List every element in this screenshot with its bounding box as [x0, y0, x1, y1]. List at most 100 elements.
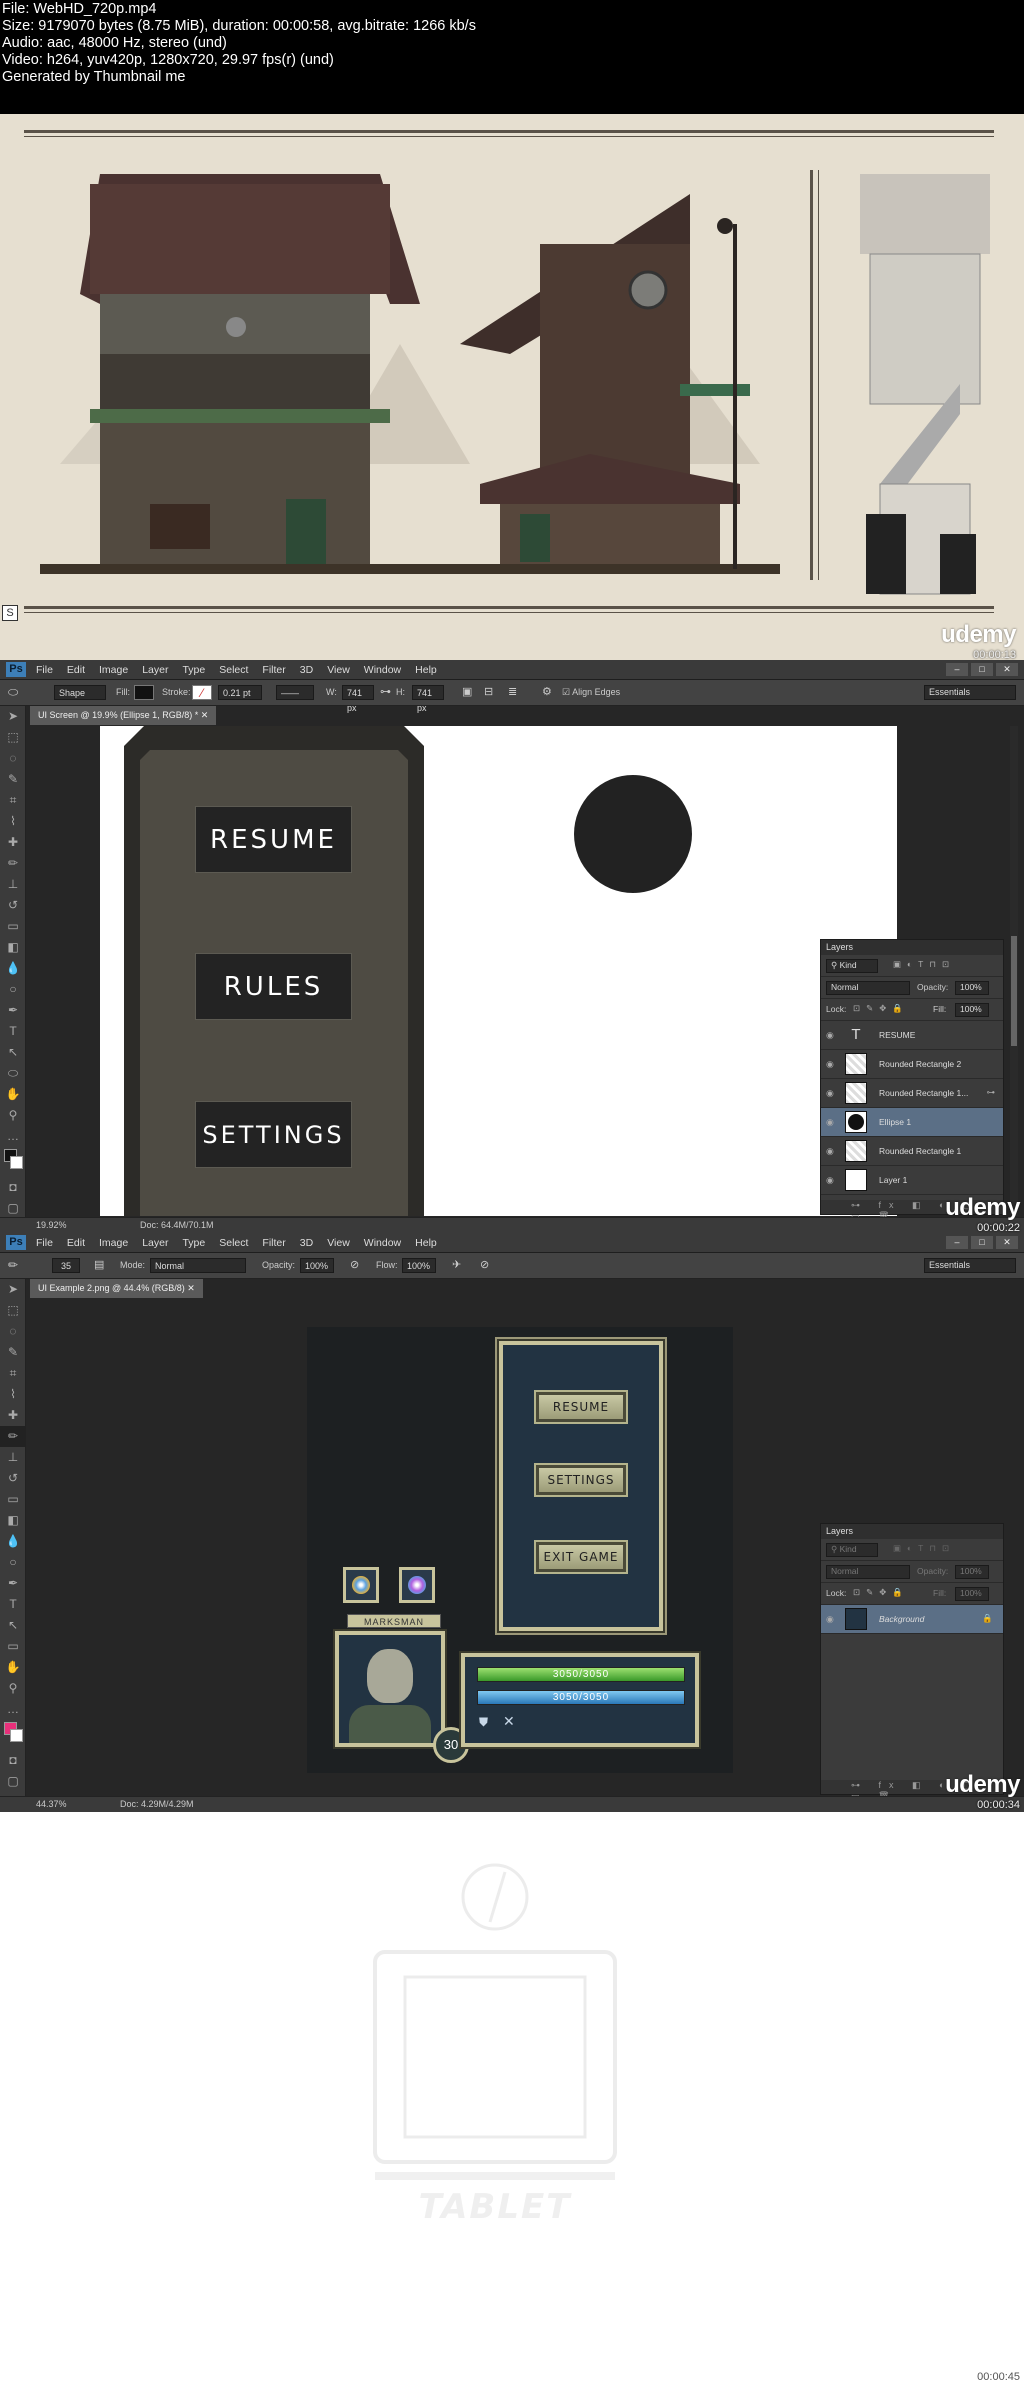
history-brush-icon[interactable]: ↺: [0, 1468, 26, 1489]
zoom-tool-icon[interactable]: ⚲: [0, 1105, 26, 1126]
flow-field[interactable]: 100%: [402, 1258, 436, 1273]
eye-icon[interactable]: ◉: [826, 1146, 834, 1157]
stroke-width-field[interactable]: 0.21 pt: [218, 685, 262, 700]
gradient-tool-icon[interactable]: ◧: [0, 937, 26, 958]
menu-window[interactable]: Window: [364, 664, 401, 676]
resume-button[interactable]: RESUME: [195, 806, 352, 873]
hand-tool-icon[interactable]: ✋: [0, 1084, 26, 1105]
brush-tool-icon[interactable]: ✏: [0, 1426, 26, 1447]
opacity-field[interactable]: 100%: [955, 981, 989, 995]
menu-filter[interactable]: Filter: [262, 1237, 285, 1249]
maximize-button[interactable]: □: [971, 663, 993, 676]
settings-button[interactable]: SETTINGS: [195, 1101, 352, 1168]
eraser-tool-icon[interactable]: ▭: [0, 916, 26, 937]
blend-mode-select[interactable]: Normal: [826, 1565, 910, 1579]
menu-type[interactable]: Type: [182, 1237, 205, 1249]
lock-icons[interactable]: ⊡✎✥🔒: [853, 1587, 909, 1598]
fill-field[interactable]: 100%: [955, 1003, 989, 1017]
resume-button[interactable]: RESUME: [534, 1390, 628, 1424]
layer-row[interactable]: ◉ T RESUME: [821, 1021, 1003, 1050]
minimize-button[interactable]: –: [946, 1236, 968, 1249]
layer-row[interactable]: ◉ Rounded Rectangle 2: [821, 1050, 1003, 1079]
menu-view[interactable]: View: [327, 1237, 350, 1249]
healing-tool-icon[interactable]: ✚: [0, 832, 26, 853]
document-tab[interactable]: UI Screen @ 19.9% (Ellipse 1, RGB/8) * ✕: [30, 706, 217, 725]
ellipse-tool-icon[interactable]: ⬭: [0, 1063, 26, 1084]
kind-filter-select[interactable]: ⚲ Kind: [826, 1543, 878, 1557]
brush-size-picker[interactable]: 35: [52, 1258, 80, 1273]
close-button[interactable]: ✕: [996, 663, 1018, 676]
layer-row[interactable]: ◉ Rounded Rectangle 1: [821, 1137, 1003, 1166]
blend-mode-select[interactable]: Normal: [826, 981, 910, 995]
crossed-swords-icon[interactable]: ✕: [503, 1713, 515, 1730]
crop-tool-icon[interactable]: ⌗: [0, 1363, 26, 1384]
type-tool-icon[interactable]: T: [0, 1021, 26, 1042]
menu-image[interactable]: Image: [99, 1237, 128, 1249]
ellipse-shape[interactable]: [574, 775, 692, 893]
screen-mode-icon[interactable]: ▢: [0, 1198, 26, 1219]
fill-field[interactable]: 100%: [955, 1587, 989, 1601]
zoom-tool-icon[interactable]: ⚲: [0, 1678, 26, 1699]
rectangle-tool-icon[interactable]: ▭: [0, 1636, 26, 1657]
layers-panel-title[interactable]: Layers: [821, 1524, 1003, 1539]
eye-icon[interactable]: ◉: [826, 1059, 834, 1070]
gear-icon[interactable]: ⚙: [542, 685, 552, 700]
character-portrait[interactable]: [335, 1631, 445, 1747]
pen-tool-icon[interactable]: ✒: [0, 1573, 26, 1594]
marquee-tool-icon[interactable]: ⬚: [0, 1300, 26, 1321]
width-field[interactable]: 741 px: [342, 685, 374, 713]
menu-view[interactable]: View: [327, 664, 350, 676]
stroke-style-select[interactable]: ——: [276, 685, 314, 700]
eye-icon[interactable]: ◉: [826, 1614, 834, 1625]
pressure-opacity-icon[interactable]: ⊘: [350, 1258, 359, 1273]
menu-edit[interactable]: Edit: [67, 664, 85, 676]
history-brush-icon[interactable]: ↺: [0, 895, 26, 916]
menu-select[interactable]: Select: [219, 664, 248, 676]
document-tab[interactable]: UI Example 2.png @ 44.4% (RGB/8) ✕: [30, 1279, 203, 1298]
opacity-field[interactable]: 100%: [955, 1565, 989, 1579]
minimize-button[interactable]: –: [946, 663, 968, 676]
quick-mask-icon[interactable]: ◘: [0, 1177, 26, 1198]
zoom-level[interactable]: 19.92%: [36, 1218, 67, 1233]
pressure-size-icon[interactable]: ⊘: [480, 1258, 489, 1273]
layers-panel-title[interactable]: Layers: [821, 940, 1003, 955]
workspace-select[interactable]: Essentials: [924, 1258, 1016, 1273]
fill-swatch[interactable]: [134, 685, 154, 700]
menu-file[interactable]: File: [36, 664, 53, 676]
link-icon[interactable]: ⊶: [380, 685, 391, 700]
move-tool-icon[interactable]: ➤: [0, 1279, 26, 1300]
quick-select-tool-icon[interactable]: ✎: [0, 769, 26, 790]
mode-select[interactable]: Normal: [150, 1258, 246, 1273]
eye-icon[interactable]: ◉: [826, 1175, 834, 1186]
screen-mode-icon[interactable]: ▢: [0, 1771, 26, 1792]
potion-slot-blue[interactable]: [343, 1567, 379, 1603]
eyedropper-tool-icon[interactable]: ⌇: [0, 1384, 26, 1405]
stamp-tool-icon[interactable]: ⊥: [0, 1447, 26, 1468]
shield-icon[interactable]: ⛊: [479, 1715, 488, 1730]
height-field[interactable]: 741 px: [412, 685, 444, 713]
zoom-level[interactable]: 44.37%: [36, 1797, 67, 1812]
blur-tool-icon[interactable]: 💧: [0, 1531, 26, 1552]
type-tool-icon[interactable]: T: [0, 1594, 26, 1615]
settings-button[interactable]: SETTINGS: [534, 1463, 628, 1497]
layer-row-selected[interactable]: ◉ Background 🔒: [821, 1605, 1003, 1634]
mode-select[interactable]: Shape: [54, 685, 106, 700]
path-arrangement-icon[interactable]: ≣: [508, 685, 517, 700]
more-tools-icon[interactable]: …: [0, 1126, 26, 1147]
color-swatches[interactable]: [0, 1147, 25, 1177]
path-alignment-icon[interactable]: ⊟: [484, 685, 493, 700]
ellipse-tool-icon[interactable]: ⬭: [8, 685, 18, 700]
menu-filter[interactable]: Filter: [262, 664, 285, 676]
menu-window[interactable]: Window: [364, 1237, 401, 1249]
align-edges-checkbox[interactable]: ☑ Align Edges: [562, 685, 620, 700]
quick-select-tool-icon[interactable]: ✎: [0, 1342, 26, 1363]
exit-game-button[interactable]: EXIT GAME: [534, 1540, 628, 1574]
workspace-select[interactable]: Essentials: [924, 685, 1016, 700]
brush-panel-icon[interactable]: ▤: [94, 1258, 104, 1273]
menu-select[interactable]: Select: [219, 1237, 248, 1249]
dodge-tool-icon[interactable]: ○: [0, 1552, 26, 1573]
gradient-tool-icon[interactable]: ◧: [0, 1510, 26, 1531]
opacity-field[interactable]: 100%: [300, 1258, 334, 1273]
brush-tool-icon[interactable]: ✏: [0, 853, 26, 874]
kind-filter-select[interactable]: ⚲ Kind: [826, 959, 878, 973]
